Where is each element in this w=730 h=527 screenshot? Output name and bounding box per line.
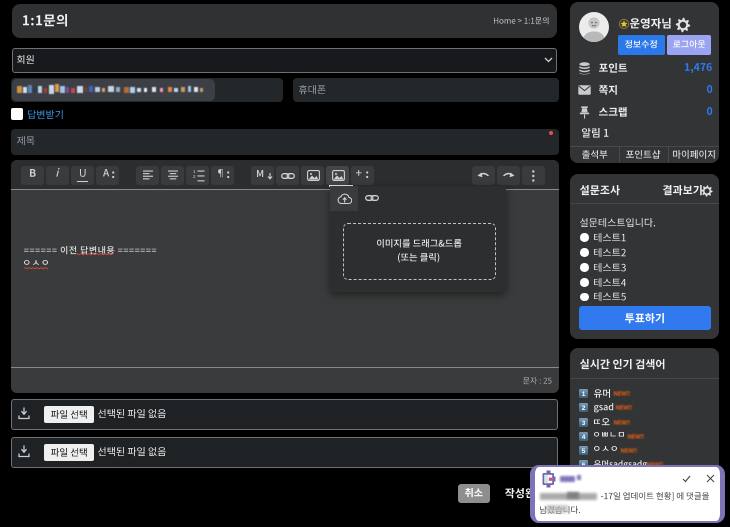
svg-text:5: 5	[581, 448, 585, 455]
svg-text:3: 3	[581, 420, 585, 427]
svg-text:4: 4	[581, 434, 585, 441]
svg-text:2: 2	[193, 174, 196, 179]
svg-text:1: 1	[581, 391, 585, 398]
svg-text:2: 2	[581, 405, 585, 412]
